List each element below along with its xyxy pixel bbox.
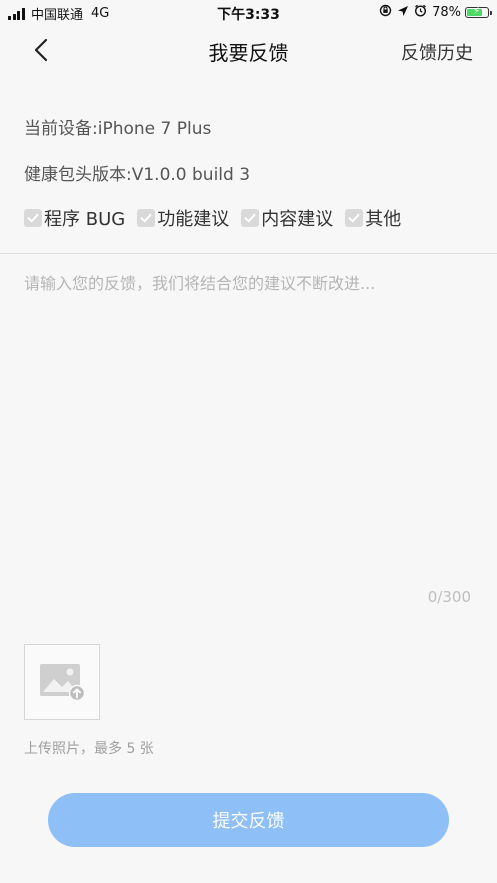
feedback-textarea[interactable] (12, 262, 482, 582)
type-option-label: 程序 BUG (44, 209, 126, 230)
checkbox-icon[interactable] (345, 209, 364, 227)
checkbox-icon[interactable] (24, 209, 42, 227)
checkbox-icon[interactable] (241, 209, 260, 227)
alarm-icon (414, 4, 427, 21)
type-option-label: 其他 (365, 209, 402, 230)
status-bar: 中国联通 4G 下午3:33 78% ⚡ (0, 0, 497, 26)
orientation-lock-icon (379, 4, 392, 21)
type-option-other[interactable]: 其他 (345, 205, 401, 231)
location-icon (397, 5, 409, 21)
checkbox-icon[interactable] (137, 209, 156, 227)
type-option-label: 内容建议 (261, 209, 334, 230)
type-option-label: 功能建议 (157, 209, 230, 230)
feedback-history-link[interactable]: 反馈历史 (401, 39, 473, 65)
charging-bolt-icon: ⚡ (473, 6, 481, 17)
type-option-feature[interactable]: 功能建议 (137, 205, 229, 231)
app-version-info: 健康包头版本:V1.0.0 build 3 (24, 165, 251, 185)
battery-percent: 78% (432, 5, 461, 20)
type-option-bug[interactable]: 程序 BUG (24, 205, 125, 231)
battery-icon: ⚡ (465, 6, 492, 18)
image-upload-icon (40, 664, 85, 701)
submit-feedback-button[interactable]: 提交反馈 (48, 793, 449, 847)
divider (0, 253, 497, 254)
character-counter: 0/300 (427, 588, 471, 606)
device-info: 当前设备:iPhone 7 Plus (24, 119, 212, 139)
feedback-type-options: 程序 BUG 功能建议 内容建议 其他 (24, 205, 413, 231)
nav-bar: 我要反馈 反馈历史 (0, 26, 497, 76)
status-right: 78% ⚡ (374, 4, 492, 21)
type-option-content[interactable]: 内容建议 (241, 205, 333, 231)
upload-photo-button[interactable] (24, 644, 100, 720)
upload-hint: 上传照片，最多 5 张 (24, 741, 154, 757)
